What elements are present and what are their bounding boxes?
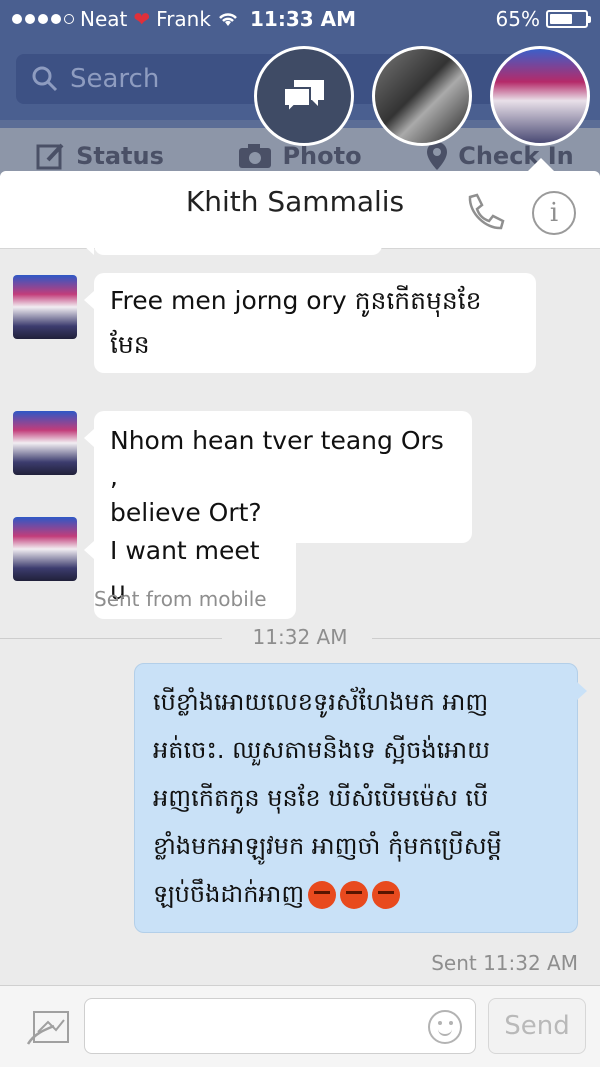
checkin-action[interactable]: Check In <box>400 141 600 171</box>
angry-face-icon <box>308 881 337 909</box>
chat-head-avatar-1[interactable] <box>372 46 472 146</box>
message-input[interactable] <box>84 998 476 1054</box>
avatar <box>13 275 77 339</box>
battery-icon <box>546 10 591 28</box>
attach-button[interactable] <box>24 1004 74 1050</box>
emoji-icon[interactable] <box>428 1010 462 1044</box>
chat-head-avatar-2[interactable] <box>490 46 590 146</box>
send-button[interactable]: Send <box>488 998 586 1054</box>
carrier-suffix: Frank <box>156 7 211 31</box>
chat-heads-button[interactable] <box>254 46 354 146</box>
heart-icon: ❤ <box>133 7 151 31</box>
composer-bar: Send <box>0 985 600 1067</box>
sent-time-label: Sent 11:32 AM <box>431 951 578 975</box>
attach-photo-icon <box>26 1011 69 1045</box>
angry-face-icon <box>372 881 401 909</box>
call-button[interactable] <box>462 191 506 235</box>
info-button[interactable]: i <box>532 191 576 235</box>
clock: 11:33 AM <box>250 7 357 31</box>
battery-percent: 65% <box>495 7 540 31</box>
phone-icon <box>468 193 505 230</box>
info-icon: i <box>549 198 559 228</box>
divider-time: 11:32 AM <box>252 625 348 649</box>
signal-dots-icon <box>12 14 74 24</box>
avatar <box>13 517 77 581</box>
messages-icon <box>283 80 324 115</box>
angry-face-icon <box>340 881 369 909</box>
wifi-icon <box>219 13 237 26</box>
carrier-name: Neat <box>80 7 128 31</box>
time-divider: 11:32 AM <box>0 623 600 653</box>
carrier-area: Neat ❤ Frank <box>12 7 239 31</box>
edit-icon <box>36 143 64 170</box>
sent-from-mobile-label: Sent from mobile <box>94 587 267 611</box>
status-action[interactable]: Status <box>0 142 200 170</box>
status-bar: Neat ❤ Frank 11:33 AM 65% <box>0 0 600 40</box>
incoming-message: Free men jorng ory កូនកើតមុនខែ មែន <box>84 273 536 373</box>
camera-icon <box>239 144 272 168</box>
battery-area: 65% <box>495 7 591 31</box>
location-pin-icon <box>427 142 448 170</box>
message-list[interactable]: Free men jorng ory កូនកើតមុនខែ មែន Nhom … <box>0 219 600 979</box>
avatar <box>13 411 77 475</box>
photo-action[interactable]: Photo <box>200 142 400 170</box>
outgoing-message: បើខ្លាំងអោយលេខទូរស័ហែងមក អាញ អត់ចេះ. ឈួស… <box>134 663 587 933</box>
search-icon <box>32 66 58 92</box>
search-placeholder: Search <box>70 64 160 94</box>
chat-head-pointer <box>527 158 555 172</box>
message-bubble-clip <box>84 219 382 255</box>
chat-panel: Khith Sammalis on mobile i Free men jorn… <box>0 171 600 1067</box>
